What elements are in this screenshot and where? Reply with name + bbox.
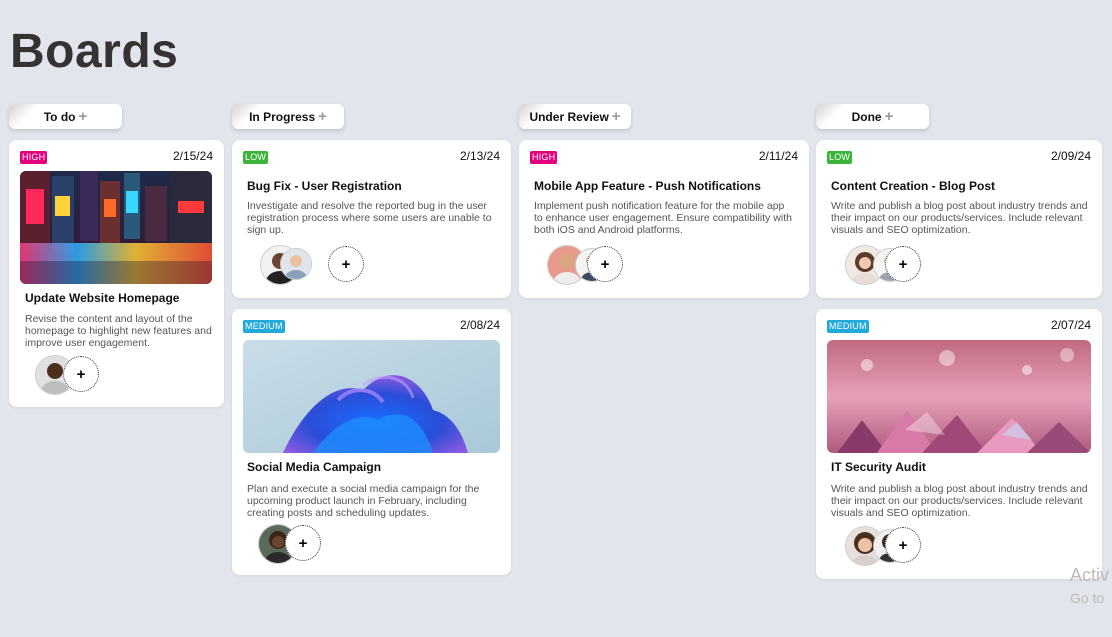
add-assignee-button[interactable]: + <box>328 246 364 282</box>
card-title: IT Security Audit <box>831 460 926 474</box>
card-description: Write and publish a blog post about indu… <box>831 483 1088 519</box>
card-description: Investigate and resolve the reported bug… <box>247 200 492 236</box>
priority-badge: LOW <box>243 151 269 164</box>
add-icon[interactable]: + <box>612 109 621 124</box>
task-card-update-website[interactable]: HIGH 2/15/24 Update Website Homepage Rev… <box>9 140 224 407</box>
column-header-in-progress[interactable]: In Progress + <box>232 104 344 129</box>
activation-watermark-subtext: Go to <box>1070 590 1105 606</box>
add-assignee-button[interactable]: + <box>285 525 321 561</box>
due-date: 2/09/24 <box>1050 149 1091 163</box>
assignees: + <box>845 526 955 566</box>
assignees: + <box>547 245 657 285</box>
card-title: Social Media Campaign <box>247 460 382 474</box>
card-title: Content Creation - Blog Post <box>831 179 995 193</box>
add-assignee-button[interactable]: + <box>885 527 921 563</box>
card-description: Plan and execute a social media campaign… <box>247 483 480 519</box>
card-description: Implement push notification feature for … <box>534 200 792 236</box>
column-label: Done <box>851 109 882 124</box>
assignees: + <box>260 245 370 285</box>
activation-watermark: Activ <box>1070 565 1110 585</box>
priority-badge: MEDIUM <box>827 320 869 333</box>
task-card-blog-post[interactable]: LOW 2/09/24 Content Creation - Blog Post… <box>816 140 1102 298</box>
avatar[interactable] <box>280 248 312 280</box>
column-header-todo[interactable]: To do + <box>9 104 122 129</box>
add-icon[interactable]: + <box>79 109 88 124</box>
task-card-social-media[interactable]: MEDIUM 2/08/24 Social Media Campaign Pla… <box>232 309 511 575</box>
card-description: Revise the content and layout of the hom… <box>25 313 212 349</box>
assignees: + <box>845 245 955 285</box>
priority-badge: LOW <box>827 151 853 164</box>
due-date: 2/11/24 <box>758 149 798 163</box>
column-header-under-review[interactable]: Under Review + <box>519 104 631 129</box>
card-title: Mobile App Feature - Push Notifications <box>534 179 761 193</box>
priority-badge: HIGH <box>20 151 48 164</box>
task-card-push-notifications[interactable]: HIGH 2/11/24 Mobile App Feature - Push N… <box>519 140 809 298</box>
column-label: To do <box>43 109 76 124</box>
blue-bloom-image <box>243 340 500 453</box>
add-icon[interactable]: + <box>318 109 327 124</box>
due-date: 2/13/24 <box>459 149 500 163</box>
assignees: + <box>35 355 115 395</box>
column-label: In Progress <box>249 109 316 124</box>
task-card-it-security[interactable]: MEDIUM 2/07/24 IT Security Audit Write a… <box>816 309 1102 579</box>
crystals-image <box>827 340 1091 453</box>
priority-badge: MEDIUM <box>243 320 285 333</box>
due-date: 2/08/24 <box>459 318 500 332</box>
due-date: 2/07/24 <box>1050 318 1091 332</box>
add-assignee-button[interactable]: + <box>63 356 99 392</box>
add-assignee-button[interactable]: + <box>885 246 921 282</box>
column-header-done[interactable]: Done + <box>816 104 929 129</box>
add-assignee-button[interactable]: + <box>587 246 623 282</box>
city-night-image <box>20 171 212 284</box>
card-title: Update Website Homepage <box>25 291 180 305</box>
add-icon[interactable]: + <box>885 109 894 124</box>
column-label: Under Review <box>529 109 609 124</box>
task-card-bug-fix[interactable]: LOW 2/13/24 Bug Fix - User Registration … <box>232 140 511 298</box>
card-title: Bug Fix - User Registration <box>247 179 402 193</box>
assignees: + <box>258 524 358 564</box>
due-date: 2/15/24 <box>172 149 213 163</box>
card-description: Write and publish a blog post about indu… <box>831 200 1088 236</box>
page-title: Boards <box>10 25 179 78</box>
priority-badge: HIGH <box>530 151 558 164</box>
